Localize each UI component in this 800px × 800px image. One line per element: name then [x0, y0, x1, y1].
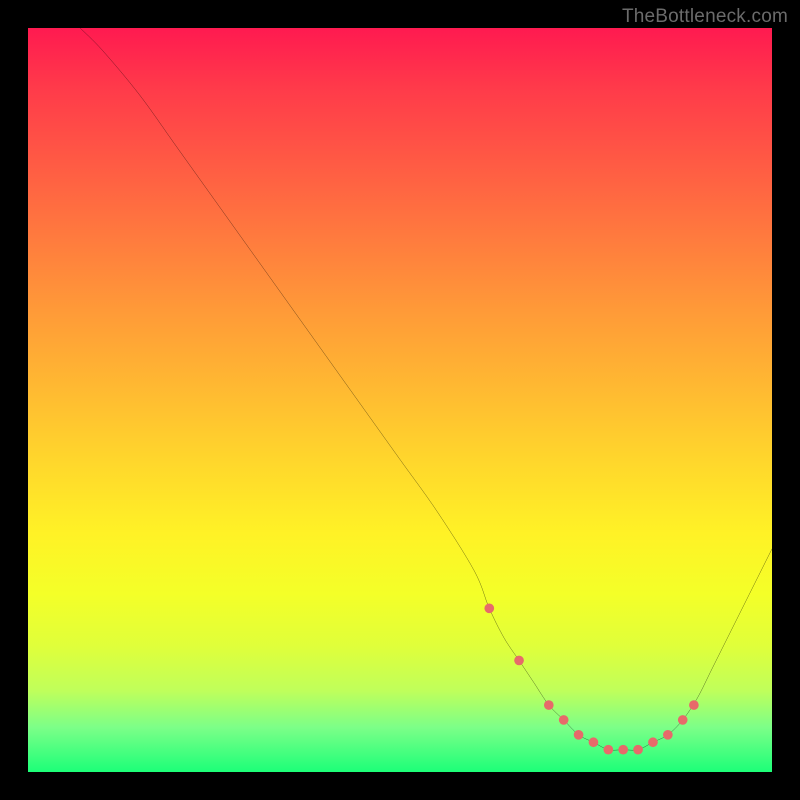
curve-marker [648, 737, 658, 747]
curve-marker [514, 656, 524, 666]
curve-marker [484, 603, 494, 613]
curve-marker [603, 745, 613, 755]
curve-marker [589, 737, 599, 747]
curve-marker [544, 700, 554, 710]
curve-marker [633, 745, 643, 755]
curve-marker [678, 715, 688, 725]
curve-markers [484, 603, 698, 754]
attribution-text: TheBottleneck.com [622, 6, 788, 28]
curve-marker [689, 700, 699, 710]
chart-frame: TheBottleneck.com [0, 0, 800, 800]
curve-marker [663, 730, 673, 740]
curve-marker [574, 730, 584, 740]
bottleneck-curve [80, 28, 772, 750]
curve-marker [559, 715, 569, 725]
curve-marker [618, 745, 628, 755]
chart-svg [28, 28, 772, 772]
